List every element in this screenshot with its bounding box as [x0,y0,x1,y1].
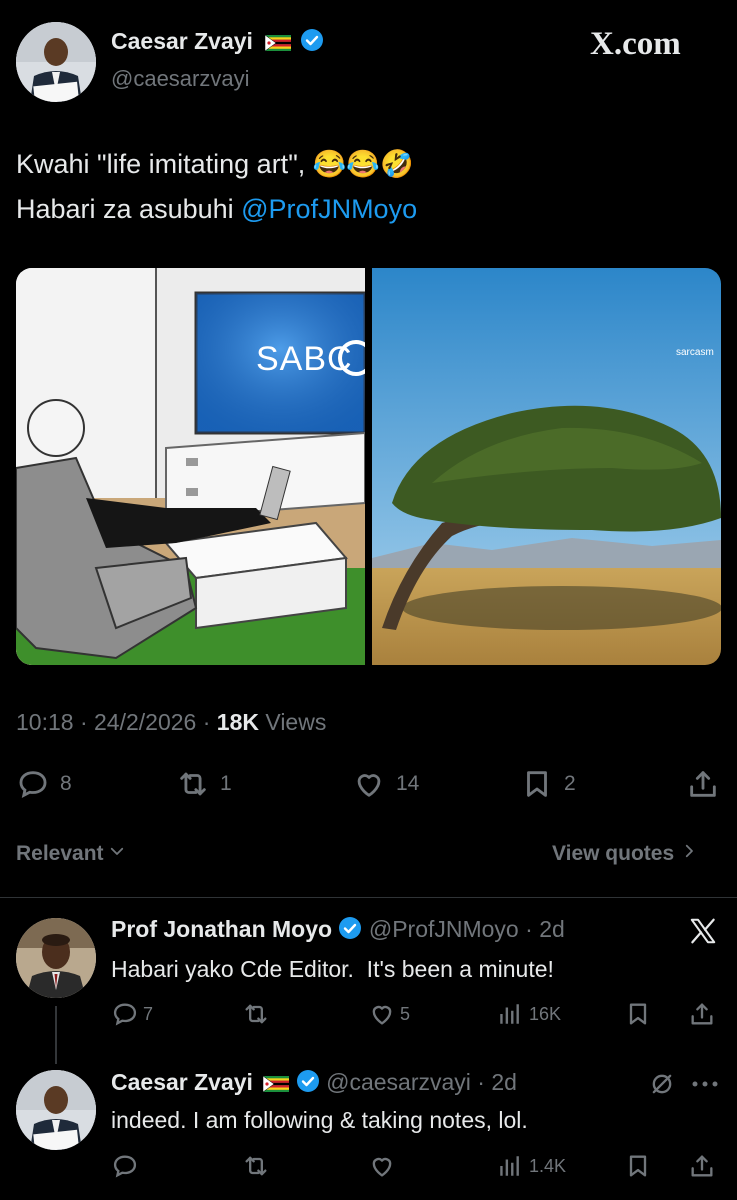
post-date[interactable]: 24/2/2026 [94,709,196,735]
x-logo-icon [688,916,718,951]
heart-icon [368,1000,396,1028]
grok-icon[interactable] [648,1070,676,1103]
heart-icon [352,767,386,801]
sarcasm-watermark: sarcasm [676,347,714,358]
reply-1-like-button[interactable]: 5 [368,1000,410,1028]
reply-2-avatar[interactable] [16,1070,96,1150]
author-avatar[interactable] [16,22,96,102]
verified-badge-icon [296,1069,320,1099]
views-label: Views [265,709,327,735]
views-count: 18K [216,709,259,735]
sort-dropdown[interactable]: Relevant [16,842,126,866]
sabc-logo-text: SABC [256,340,353,378]
reply-2-views-button[interactable]: 1.4K [497,1152,566,1180]
reply-1-views-count: 16K [529,1003,562,1024]
share-icon [688,1152,716,1180]
reply-1-repost-button[interactable] [242,1000,270,1028]
reply-2-views-count: 1.4K [529,1155,567,1176]
share-button[interactable] [686,767,720,801]
author-handle[interactable]: @caesarzvayi [111,66,250,92]
reply-2-author-handle[interactable]: @caesarzvayi [326,1069,471,1095]
bookmark-icon [624,1000,652,1028]
like-count: 14 [396,772,420,795]
reply-2-author-name[interactable]: Caesar Zvayi [111,1069,253,1095]
post-text-line-1: Kwahi "life imitating art", 😂😂🤣 [16,149,414,179]
reply-button[interactable]: 8 [16,767,72,801]
share-icon [686,767,720,801]
reply-1-share-button[interactable] [688,1000,716,1028]
author-name[interactable]: Caesar Zvayi [111,28,253,54]
reply-2-age[interactable]: 2d [491,1069,517,1095]
bookmark-button[interactable]: 2 [520,767,576,801]
section-divider [0,897,737,898]
verified-badge-icon [300,28,324,58]
bookmark-icon [520,767,554,801]
reply-2-bookmark-button[interactable] [624,1152,652,1180]
repost-count: 1 [220,772,232,795]
chevron-down-icon [108,842,126,866]
mention-link[interactable]: @ProfJNMoyo [241,194,417,224]
reply-1-author-handle[interactable]: @ProfJNMoyo [369,916,519,942]
reply-1-reply-button[interactable]: 7 [111,1000,153,1028]
reply-count: 8 [60,772,72,795]
repost-button[interactable]: 1 [176,767,232,801]
reply-2-repost-button[interactable] [242,1152,270,1180]
cartoon-image[interactable]: SABC [16,268,365,665]
thread-connector-line [55,1006,57,1064]
sort-label: Relevant [16,842,104,865]
tree-photo-image[interactable]: sarcasm [372,268,721,665]
zimbabwe-flag-icon [265,30,292,57]
post-time[interactable]: 10:18 [16,709,74,735]
reply-1-age[interactable]: 2d [539,916,565,942]
reply-1-text: Habari yako Cde Editor. It's been a minu… [111,956,554,982]
reply-icon [16,767,50,801]
zimbabwe-flag-icon [263,1071,290,1098]
reply-1-like-count: 5 [400,1003,411,1024]
analytics-icon [497,1152,523,1180]
bookmark-icon [624,1152,652,1180]
repost-icon [242,1152,270,1180]
verified-badge-icon [338,916,362,946]
reply-1-author-name[interactable]: Prof Jonathan Moyo [111,916,332,942]
view-quotes-label: View quotes [552,842,675,865]
more-options-icon[interactable] [690,1074,720,1099]
reply-icon [111,1152,139,1180]
post-text-line-2: Habari za asubuhi [16,194,242,224]
heart-icon [368,1152,396,1180]
chevron-right-icon [680,842,698,866]
view-quotes-link[interactable]: View quotes [552,842,698,866]
repost-icon [242,1000,270,1028]
reply-2-reply-button[interactable] [111,1152,139,1180]
share-icon [688,1000,716,1028]
reply-1-bookmark-button[interactable] [624,1000,652,1028]
x-com-watermark: X.com [590,26,681,62]
reply-2-like-button[interactable] [368,1152,396,1180]
reply-1-views-button[interactable]: 16K [497,1000,561,1028]
reply-1-reply-count: 7 [143,1003,154,1024]
like-button[interactable]: 14 [352,767,419,801]
reply-2-text: indeed. I am following & taking notes, l… [111,1107,528,1133]
reply-1-avatar[interactable] [16,918,96,998]
repost-icon [176,767,210,801]
analytics-icon [497,1000,523,1028]
reply-icon [111,1000,139,1028]
bookmark-count: 2 [564,772,576,795]
reply-2-share-button[interactable] [688,1152,716,1180]
